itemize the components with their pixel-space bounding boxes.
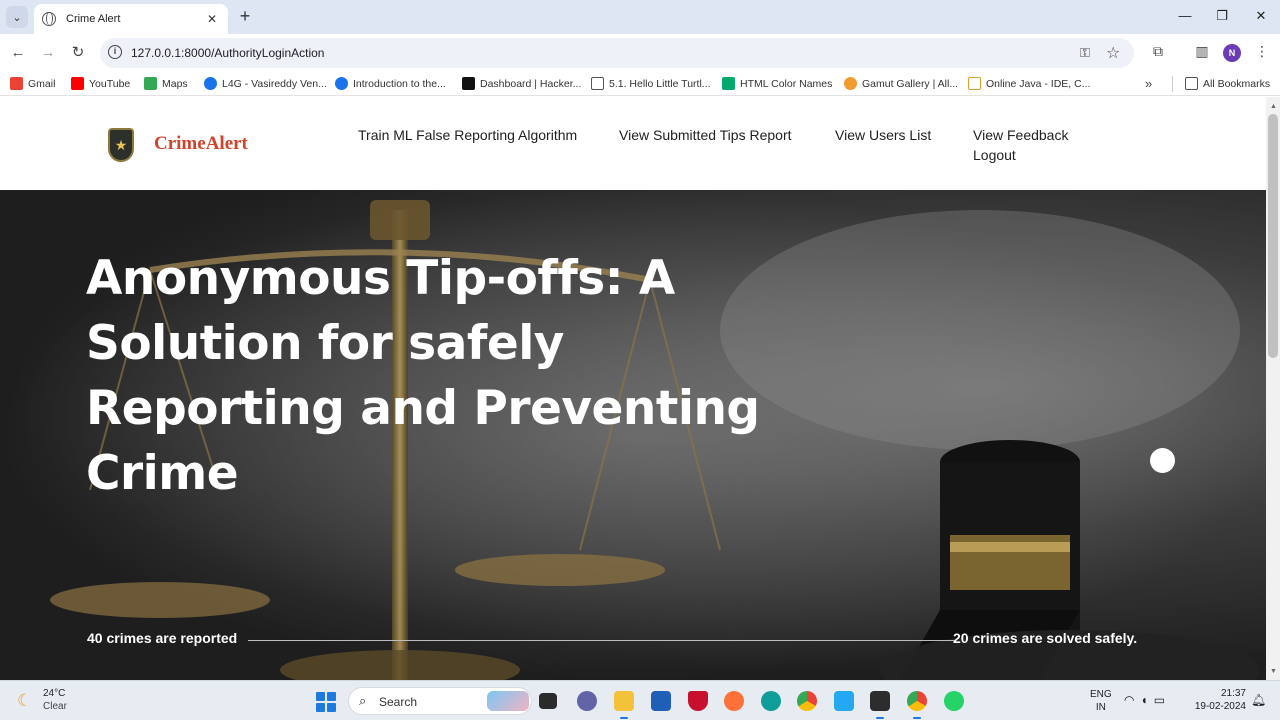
nav-train-ml[interactable]: Train ML False Reporting Algorithm — [358, 127, 577, 143]
volume-icon[interactable]: ◖ — [1140, 693, 1153, 707]
scroll-thumb[interactable] — [1268, 114, 1278, 358]
nav-logout[interactable]: Logout — [973, 147, 1016, 163]
bookmark-html-colors[interactable]: HTML Color Names — [722, 77, 832, 90]
edge-icon[interactable] — [761, 691, 781, 711]
solved-crimes-stat: 20 crimes are solved safely. — [953, 630, 1138, 646]
carousel-indicator-dot[interactable] — [1150, 448, 1175, 473]
maximize-button[interactable]: ❐ — [1213, 8, 1231, 24]
system-tray-icons[interactable]: ◠◖▭ — [1124, 693, 1171, 707]
bookmark-hackerrank[interactable]: Dashboard | Hacker... — [462, 77, 581, 90]
reported-crimes-stat: 40 crimes are reported — [87, 630, 238, 646]
task-view-icon[interactable] — [539, 693, 557, 709]
tab-search-button[interactable]: ⌄ — [6, 6, 28, 28]
youtube-icon — [71, 77, 84, 90]
search-highlight-image — [487, 691, 529, 711]
java-icon — [968, 77, 981, 90]
password-key-icon[interactable]: ⚿ — [1080, 45, 1090, 61]
police-badge-logo-icon[interactable]: ★ — [108, 128, 134, 162]
page-scrollbar[interactable]: ▲ ▼ — [1266, 97, 1280, 680]
vscode-icon[interactable] — [834, 691, 854, 711]
notification-bell-icon[interactable]: 🔔︎ — [1251, 693, 1266, 707]
search-label: Search — [379, 695, 418, 709]
l4g-icon — [204, 77, 217, 90]
more-bookmarks-icon[interactable]: » — [1145, 76, 1152, 91]
bookmarks-bar: Gmail YouTube Maps L4G - Vasireddy Ven..… — [0, 72, 1280, 96]
all-bookmarks[interactable]: All Bookmarks — [1185, 77, 1270, 90]
extensions-icon[interactable]: ⧉ — [1148, 43, 1168, 63]
os-taskbar: ☾ 24°C Clear ⌕ Search ENG IN ◠◖▭ 21:37 19-… — [0, 680, 1280, 720]
search-icon: ⌕ — [359, 693, 367, 708]
firefox-icon[interactable] — [724, 691, 744, 711]
scroll-down-arrow-icon[interactable]: ▼ — [1270, 668, 1277, 675]
bookmark-introduction[interactable]: Introduction to the... — [335, 77, 446, 90]
weather-condition[interactable]: Clear — [43, 701, 67, 712]
hackerrank-icon — [462, 77, 475, 90]
nav-view-tips-report[interactable]: View Submitted Tips Report — [619, 127, 792, 143]
bookmark-youtube[interactable]: YouTube — [71, 77, 130, 90]
back-button[interactable]: ← — [8, 43, 28, 63]
doc-icon — [591, 77, 604, 90]
nav-view-users[interactable]: View Users List — [835, 127, 931, 143]
folder-icon — [1185, 77, 1198, 90]
gmail-icon — [10, 77, 23, 90]
chrome-profile-icon[interactable] — [907, 691, 927, 719]
file-explorer-icon[interactable] — [614, 691, 634, 719]
minimize-button[interactable]: — — [1176, 8, 1194, 23]
chrome-icon[interactable] — [797, 691, 817, 711]
scroll-up-arrow-icon[interactable]: ▲ — [1270, 103, 1277, 110]
wifi-icon[interactable]: ◠ — [1124, 693, 1140, 707]
address-bar[interactable]: i 127.0.0.1:8000/AuthorityLoginAction ⚿ … — [100, 38, 1134, 68]
store-icon[interactable] — [651, 691, 671, 711]
url-text[interactable]: 127.0.0.1:8000/AuthorityLoginAction — [131, 46, 324, 60]
terminal-icon[interactable] — [870, 691, 890, 719]
browser-toolbar: ← → ↻ i 127.0.0.1:8000/AuthorityLoginAct… — [0, 34, 1280, 72]
chat-icon[interactable] — [577, 691, 597, 711]
side-panel-icon[interactable]: ▥ — [1192, 43, 1212, 63]
windows-start-icon[interactable] — [316, 692, 336, 712]
site-header: ★ CrimeAlert Train ML False Reporting Al… — [0, 97, 1266, 190]
browser-tab-bar: ⌄ Crime Alert ✕ + — ❐ ✕ — [0, 0, 1280, 34]
w3-icon — [722, 77, 735, 90]
bookmark-maps[interactable]: Maps — [144, 77, 188, 90]
bookmark-l4g[interactable]: L4G - Vasireddy Ven... — [204, 77, 327, 90]
language-indicator[interactable]: ENG IN — [1090, 688, 1112, 714]
bookmark-star-icon[interactable]: ☆ — [1106, 43, 1120, 63]
tab-title: Crime Alert — [66, 13, 121, 25]
browser-tab[interactable]: Crime Alert ✕ — [34, 4, 228, 34]
tab-close-icon[interactable]: ✕ — [204, 12, 220, 26]
brand-name[interactable]: CrimeAlert — [154, 133, 248, 155]
profile-avatar[interactable]: N — [1223, 44, 1241, 62]
whatsapp-icon[interactable] — [944, 691, 964, 711]
bookmark-gmail[interactable]: Gmail — [10, 77, 55, 90]
weather-temperature[interactable]: 24°C — [43, 688, 65, 699]
moon-weather-icon[interactable]: ☾ — [17, 691, 32, 711]
page-viewport: ★ CrimeAlert Train ML False Reporting Al… — [0, 97, 1266, 680]
new-tab-button[interactable]: + — [236, 7, 254, 25]
gamut-icon — [844, 77, 857, 90]
site-info-icon[interactable]: i — [108, 45, 122, 59]
menu-dots-icon[interactable]: ⋮ — [1252, 43, 1272, 63]
hero-headline: Anonymous Tip-offs: A Solution for safel… — [86, 251, 760, 501]
nav-view-feedback[interactable]: View Feedback — [973, 127, 1068, 143]
mcafee-icon[interactable] — [688, 691, 708, 711]
hero-banner: Anonymous Tip-offs: A Solution for safel… — [0, 190, 1266, 680]
forward-button[interactable]: → — [38, 43, 58, 63]
taskbar-search[interactable]: ⌕ Search — [348, 687, 532, 715]
reload-button[interactable]: ↻ — [68, 43, 88, 63]
taskbar-clock[interactable]: 21:37 19-02-2024 — [1190, 687, 1246, 713]
close-window-button[interactable]: ✕ — [1252, 8, 1270, 24]
bookmark-gamut[interactable]: Gamut Gallery | All... — [844, 77, 958, 90]
bookmark-online-java[interactable]: Online Java - IDE, C... — [968, 77, 1090, 90]
stat-divider-line — [248, 640, 954, 641]
battery-icon[interactable]: ▭ — [1154, 693, 1171, 707]
bookmarks-divider — [1172, 76, 1173, 92]
course-icon — [335, 77, 348, 90]
bookmark-turtle[interactable]: 5.1. Hello Little Turtl... — [591, 77, 711, 90]
maps-icon — [144, 77, 157, 90]
globe-icon — [42, 12, 56, 26]
